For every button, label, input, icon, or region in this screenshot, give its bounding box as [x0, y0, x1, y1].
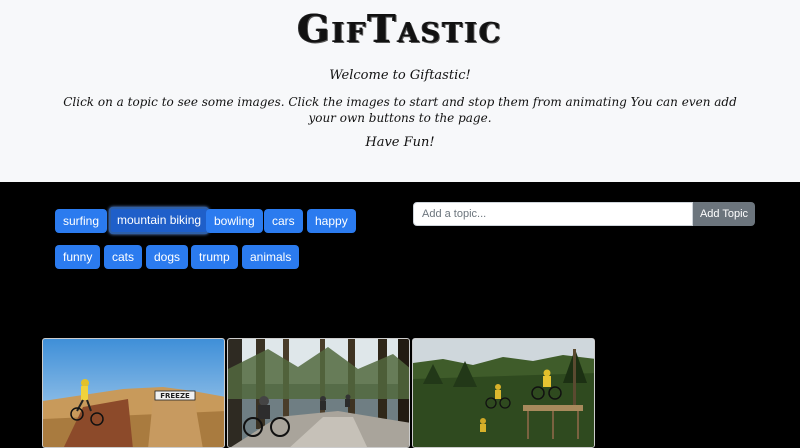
- gif-card[interactable]: FREEZE: [42, 338, 225, 448]
- have-fun-text: Have Fun!: [365, 135, 435, 150]
- gif-image-wooden-drop: [413, 339, 594, 447]
- gif-image-forest-trail: [228, 339, 409, 447]
- instructions-text: Click on a topic to see some images. Cli…: [63, 95, 737, 125]
- add-topic-input[interactable]: [413, 202, 693, 226]
- topic-button-happy[interactable]: happy: [307, 209, 356, 233]
- welcome-text: Welcome to Giftastic!: [329, 68, 471, 83]
- topic-button-surfing[interactable]: surfing: [55, 209, 108, 233]
- gif-card[interactable]: [412, 338, 595, 448]
- topic-button-mountain-biking[interactable]: mountain biking: [109, 207, 210, 234]
- topic-button-cars[interactable]: cars: [264, 209, 303, 233]
- topic-button-dogs[interactable]: dogs: [146, 245, 189, 269]
- gif-card[interactable]: [227, 338, 410, 448]
- topic-button-trump[interactable]: trump: [191, 245, 238, 269]
- topic-button-bowling[interactable]: bowling: [206, 209, 263, 233]
- topic-button-funny[interactable]: funny: [55, 245, 101, 269]
- add-topic-button[interactable]: Add Topic: [693, 202, 755, 226]
- header: GifTastic Welcome to Giftastic! Click on…: [0, 0, 800, 182]
- gif-sign-text: FREEZE: [160, 392, 190, 400]
- app-title: GifTastic: [297, 6, 503, 51]
- gif-image-bmx-ramp: FREEZE: [43, 339, 224, 447]
- topic-button-animals[interactable]: animals: [242, 245, 300, 269]
- topic-button-cats[interactable]: cats: [104, 245, 143, 269]
